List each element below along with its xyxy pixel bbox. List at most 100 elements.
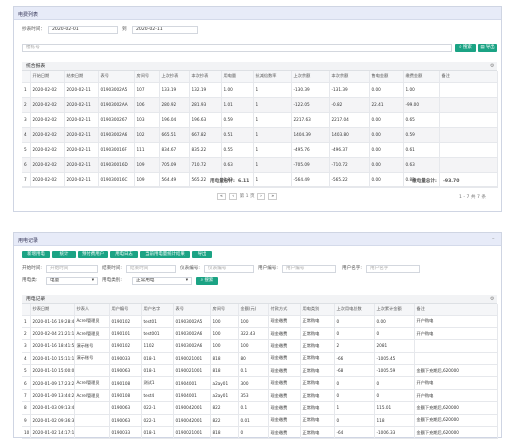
column-header[interactable]: 缴费金额: [403, 71, 440, 83]
start-time-input[interactable]: 开始时间: [46, 265, 98, 273]
column-header[interactable]: 本次抄表: [189, 71, 222, 83]
prev-page-button[interactable]: ‹: [229, 193, 238, 200]
building-search-input[interactable]: 楼栋号: [22, 44, 452, 52]
user-id-input[interactable]: 用户编号: [282, 265, 336, 273]
table-cell: 353: [238, 389, 269, 403]
table-cell: 7: [22, 389, 31, 403]
column-header[interactable]: 本次余额: [329, 71, 370, 83]
settings-icon[interactable]: ⚙: [490, 63, 494, 69]
toolbar-button[interactable]: 当前用电量统计结果: [140, 251, 190, 258]
table-cell: Acrel管理员: [74, 376, 110, 390]
column-header[interactable]: 房间号: [134, 71, 160, 83]
meter-input[interactable]: 仪表编号: [204, 265, 254, 273]
column-header[interactable]: 抗减倍数率: [253, 71, 292, 83]
table-cell: 822: [210, 414, 239, 428]
table-cell: 2020-02-11: [64, 97, 99, 113]
date-from-input[interactable]: 2020-02-01: [48, 26, 118, 34]
table-row[interactable]: 4 2020-02-02 2020-02-11 01903002A6 102 665.51…: [22, 127, 498, 143]
table-cell: 6: [22, 157, 31, 173]
table-cell: 2020-02-11: [64, 157, 99, 173]
toolbar-button[interactable]: 导出: [192, 251, 212, 258]
column-header[interactable]: 上次余额: [291, 71, 330, 83]
column-header[interactable]: 用户名字: [141, 304, 174, 316]
table-row[interactable]: 2 2020-02-02 2020-02-11 01903002AA 106 280.92…: [22, 97, 498, 113]
table-row[interactable]: 7 2020-01-09 13:44:21 Acrel管理员 0190108 test4…: [22, 389, 498, 403]
column-header[interactable]: 上次用电总数: [334, 304, 375, 316]
search-button[interactable]: ⌕ 搜索: [455, 44, 476, 52]
search-button[interactable]: ⌕ 搜索: [196, 277, 218, 285]
table-cell: 109: [134, 157, 160, 173]
table-cell: [74, 401, 110, 415]
table-cell: 现金缴费: [268, 389, 301, 403]
state-label: 用电类别:: [102, 278, 122, 283]
last-page-button[interactable]: »: [268, 193, 278, 200]
group-select[interactable]: 电量 ▾: [46, 277, 98, 285]
settings-icon[interactable]: ⚙: [490, 296, 494, 302]
table-cell: 0: [374, 389, 415, 403]
table-cell: -1005.59: [374, 364, 415, 378]
column-header[interactable]: [22, 71, 31, 83]
column-header[interactable]: [22, 304, 31, 316]
column-header[interactable]: 用电量: [221, 71, 254, 83]
table-cell: 2020-02-02: [30, 112, 65, 128]
user-name-input[interactable]: 用户名字: [366, 265, 420, 273]
table-row[interactable]: 8 2020-01-03 09:13:41 0190063 022-1 01900420…: [22, 401, 498, 415]
table-row[interactable]: 9 2020-01-02 09:36:33 0190063 022-1 01900420…: [22, 414, 498, 428]
toolbar-button[interactable]: 新增用电: [22, 251, 50, 258]
table-cell: 金额下充期后,620000: [414, 426, 498, 440]
toolbar-button[interactable]: 用电日志: [110, 251, 138, 258]
table-cell: [439, 127, 498, 143]
column-header[interactable]: 开始日期: [30, 71, 65, 83]
collapse-icon[interactable]: –: [492, 236, 495, 242]
table-row[interactable]: 3 2020-02-02 2020-02-11 0190300267 103 196.04…: [22, 112, 498, 128]
next-page-button[interactable]: ›: [257, 193, 265, 200]
column-header[interactable]: 上次抄表: [159, 71, 190, 83]
table-row[interactable]: 5 2020-01-10 15:00:07 0190063 018-1 01900210…: [22, 364, 498, 378]
column-header[interactable]: 抄表日期: [30, 304, 75, 316]
table-cell: 0: [334, 315, 375, 328]
table-row[interactable]: 2 2020-02-04 21:21:11 Acrel管理员 0190101 test0…: [22, 327, 498, 341]
table-cell: 322.43: [238, 327, 269, 341]
table-row[interactable]: 3 2020-01-16 18:41:57 演示账号 0190102 1102 01903…: [22, 339, 498, 353]
column-header[interactable]: 表号: [173, 304, 211, 316]
end-time-input[interactable]: 结束时间: [126, 265, 176, 273]
column-header[interactable]: 房间号: [210, 304, 239, 316]
table-cell: 0.51: [221, 127, 254, 143]
column-header[interactable]: 表号: [98, 71, 135, 83]
export-button[interactable]: ▤ 导出: [478, 44, 497, 52]
column-header[interactable]: 抄表人: [74, 304, 110, 316]
table-row[interactable]: 10 2020-01-02 14:17:18 0190033 018-1 0190021…: [22, 426, 498, 440]
search-icon: ⌕: [459, 45, 462, 50]
first-page-button[interactable]: «: [217, 193, 226, 200]
column-header[interactable]: 付款方式: [268, 304, 301, 316]
column-header[interactable]: 售电金额: [369, 71, 404, 83]
column-header[interactable]: 备注: [414, 304, 498, 316]
table-cell: 0190063: [109, 364, 142, 378]
column-header[interactable]: 结束日期: [64, 71, 99, 83]
table-cell: 2020-02-02: [30, 82, 65, 98]
table-row[interactable]: 5 2020-02-02 2020-02-11 019030016F 111 834.67…: [22, 142, 498, 158]
date-label: 抄表时间：: [22, 27, 45, 32]
column-header[interactable]: 上次累计金额: [374, 304, 415, 316]
chevron-down-icon: ▾: [91, 278, 94, 283]
column-header[interactable]: 金额(元): [238, 304, 269, 316]
date-to-input[interactable]: 2020-02-11: [132, 26, 198, 34]
column-header[interactable]: 用户编号: [109, 304, 142, 316]
table-row[interactable]: 1 2020-01-16 19:28:41 Acrel管理员 0190102 test0…: [22, 315, 498, 328]
column-header[interactable]: 备注: [439, 71, 498, 83]
table-cell: 22.41: [369, 97, 404, 113]
state-select[interactable]: 正常用电 ▾: [132, 277, 192, 285]
table-row[interactable]: 6 2020-02-02 2020-02-11 019030016D 109 705.09…: [22, 157, 498, 173]
table-cell: 2020-01-02 14:17:18: [30, 426, 75, 440]
table-cell: 01904001: [173, 376, 211, 390]
table-row[interactable]: 4 2020-01-10 15:11:11 演示账号 0190033 018-1 0190…: [22, 352, 498, 366]
table-cell: -64: [334, 426, 375, 440]
table-cell: 018-1: [141, 364, 174, 378]
table-cell: 正常购电: [300, 352, 335, 366]
toolbar-button[interactable]: 预付费用户: [78, 251, 108, 258]
table-row[interactable]: 6 2020-01-09 17:23:24 Acrel管理员 0190108 测试1 01…: [22, 376, 498, 390]
toolbar-button[interactable]: 统计: [52, 251, 76, 258]
table-cell: 665.51: [159, 127, 190, 143]
column-header[interactable]: 用电类别: [300, 304, 335, 316]
table-row[interactable]: 1 2020-02-02 2020-02-11 01903002A5 107 133.19…: [22, 82, 498, 98]
